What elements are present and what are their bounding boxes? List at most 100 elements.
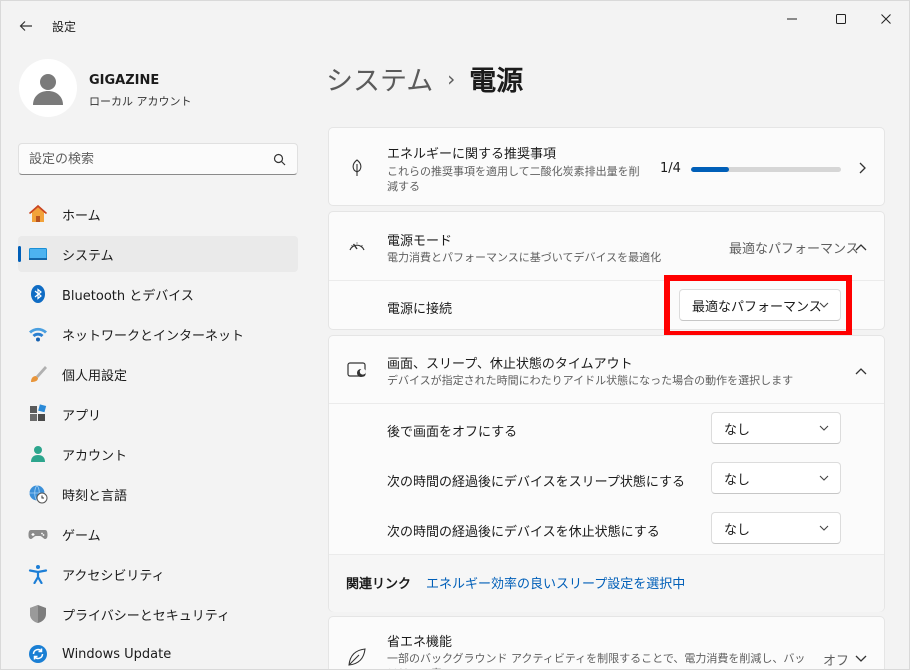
close-button[interactable] [863, 5, 909, 33]
sleep-dropdown[interactable]: なし [711, 462, 841, 494]
search-icon[interactable] [271, 151, 287, 167]
leaf-icon [347, 158, 367, 178]
sidebar-item-gaming[interactable]: ゲーム [18, 516, 298, 552]
breadcrumb-parent[interactable]: システム [326, 59, 433, 98]
minimize-button[interactable] [769, 5, 815, 33]
search-input[interactable] [29, 151, 271, 167]
recommendations-progress-bar [691, 167, 841, 172]
chevron-down-icon [818, 299, 830, 311]
sidebar-item-accessibility[interactable]: アクセシビリティ [18, 556, 298, 592]
energy-saver-title: 省エネ機能 [387, 635, 453, 650]
power-mode-current-value: 最適なパフォーマンス [729, 242, 859, 257]
sidebar-item-time-language[interactable]: 時刻と言語 [18, 476, 298, 512]
back-button[interactable] [13, 13, 39, 39]
sidebar-nav: ホーム システム Bluetooth とデバイス ネットワークとインターネット … [18, 196, 298, 669]
sidebar-item-apps[interactable]: アプリ [18, 396, 298, 432]
account-icon [27, 443, 49, 465]
sidebar-item-bluetooth[interactable]: Bluetooth とデバイス [18, 276, 298, 312]
energy-recommendations-title: エネルギーに関する推奨事項 [387, 147, 557, 162]
user-silhouette-icon [33, 74, 63, 105]
chevron-up-icon[interactable] [853, 363, 869, 379]
globe-clock-icon [27, 483, 49, 505]
sidebar-item-label: Bluetooth とデバイス [62, 288, 194, 304]
update-icon [27, 643, 49, 665]
chevron-down-icon [818, 422, 830, 434]
sidebar-item-privacy-security[interactable]: プライバシーとセキュリティ [18, 596, 298, 632]
chevron-down-icon [818, 522, 830, 534]
divider [329, 403, 884, 404]
hibernate-dropdown[interactable]: なし [711, 512, 841, 544]
dropdown-selected-value: なし [724, 422, 751, 438]
screen-sleep-title: 画面、スリープ、休止状態のタイムアウト [387, 357, 633, 372]
sidebar-item-label: Windows Update [62, 646, 172, 662]
energy-saver-description: 一部のバックグラウンド アクティビティを制限することで、電力消費を削減し、バッテ… [387, 652, 806, 669]
power-mode-card: 電源モード 電力消費とパフォーマンスに基づいてデバイスを最適化 最適なパフォーマ… [328, 211, 885, 330]
sidebar-item-personalization[interactable]: 個人用設定 [18, 356, 298, 392]
app-title: 設定 [52, 20, 77, 34]
screen-sleep-icon [347, 360, 367, 380]
sidebar-item-label: アプリ [62, 408, 102, 424]
power-mode-plugged-in-dropdown[interactable]: 最適なパフォーマンス [679, 289, 841, 321]
power-mode-title: 電源モード [387, 234, 453, 249]
title-bar: 設定 [1, 1, 909, 49]
energy-recommendations-description: これらの推奨事項を適用して二酸化炭素排出量を削減する [387, 165, 640, 193]
breadcrumb: システム › 電源 [326, 59, 523, 98]
arrow-left-icon [19, 21, 32, 31]
sidebar-item-label: ホーム [62, 208, 101, 224]
gauge-icon [347, 236, 367, 256]
gamepad-icon [27, 523, 49, 545]
sidebar-item-label: ネットワークとインターネット [62, 328, 245, 344]
dropdown-selected-value: なし [724, 472, 751, 488]
sidebar-item-network[interactable]: ネットワークとインターネット [18, 316, 298, 352]
screen-sleep-description: デバイスが指定された時間にわたりアイドル状態になった場合の動作を選択します [387, 374, 794, 387]
sidebar-item-windows-update[interactable]: Windows Update [18, 636, 298, 669]
chevron-up-icon[interactable] [853, 239, 869, 255]
sidebar-item-label: 個人用設定 [62, 368, 128, 384]
related-links-section: 関連リンク エネルギー効率の良いスリープ設定を選択中 [329, 554, 884, 612]
energy-saver-card[interactable]: 省エネ機能 一部のバックグラウンド アクティビティを制限することで、電力消費を削… [328, 616, 885, 669]
sidebar-item-accounts[interactable]: アカウント [18, 436, 298, 472]
settings-search-box[interactable] [18, 143, 298, 175]
shield-icon [27, 603, 49, 625]
maximize-icon [836, 14, 846, 24]
recommendations-progress-fill [691, 167, 729, 172]
bluetooth-icon [27, 283, 49, 305]
sidebar-item-label: アクセシビリティ [62, 568, 165, 584]
divider [329, 280, 884, 281]
breadcrumb-separator: › [447, 66, 456, 91]
sidebar-item-label: プライバシーとセキュリティ [62, 608, 230, 624]
wifi-icon [27, 323, 49, 345]
sidebar-item-system[interactable]: システム [18, 236, 298, 272]
profile-account-type: ローカル アカウント [89, 95, 192, 108]
chevron-down-icon[interactable] [853, 651, 869, 667]
sidebar-item-label: アカウント [62, 448, 128, 464]
profile-name: GIGAZINE [89, 73, 160, 88]
energy-saver-state: オフ [823, 654, 850, 669]
sleep-label: 次の時間の経過後にデバイスをスリープ状態にする [387, 475, 685, 490]
energy-saver-leaf-icon [347, 647, 367, 667]
screen-off-dropdown[interactable]: なし [711, 412, 841, 444]
apps-icon [27, 403, 49, 425]
close-icon [881, 14, 891, 24]
brush-icon [27, 363, 49, 385]
sidebar-item-label: 時刻と言語 [62, 488, 128, 504]
chevron-down-icon [818, 472, 830, 484]
energy-recommendations-card[interactable]: エネルギーに関する推奨事項 これらの推奨事項を適用して二酸化炭素排出量を削減する… [328, 127, 885, 206]
minimize-icon [787, 18, 797, 20]
energy-efficient-sleep-link[interactable]: エネルギー効率の良いスリープ設定を選択中 [426, 573, 685, 592]
home-icon [27, 203, 49, 225]
hibernate-label: 次の時間の経過後にデバイスを休止状態にする [387, 525, 660, 540]
plugged-in-label: 電源に接続 [387, 302, 453, 317]
sidebar-item-home[interactable]: ホーム [18, 196, 298, 232]
screen-sleep-timeout-card: 画面、スリープ、休止状態のタイムアウト デバイスが指定された時間にわたりアイドル… [328, 335, 885, 612]
related-links-label: 関連リンク [346, 577, 412, 592]
dropdown-selected-value: 最適なパフォーマンス [692, 299, 822, 315]
avatar[interactable] [19, 59, 77, 117]
sidebar-item-label: システム [62, 248, 114, 264]
dropdown-selected-value: なし [724, 522, 751, 538]
settings-window: 設定 GIGAZINE ローカル アカウント ホーム [0, 0, 910, 670]
maximize-button[interactable] [818, 5, 864, 33]
chevron-right-icon [854, 160, 870, 176]
screen-off-label: 後で画面をオフにする [387, 425, 518, 440]
system-icon [27, 243, 49, 265]
